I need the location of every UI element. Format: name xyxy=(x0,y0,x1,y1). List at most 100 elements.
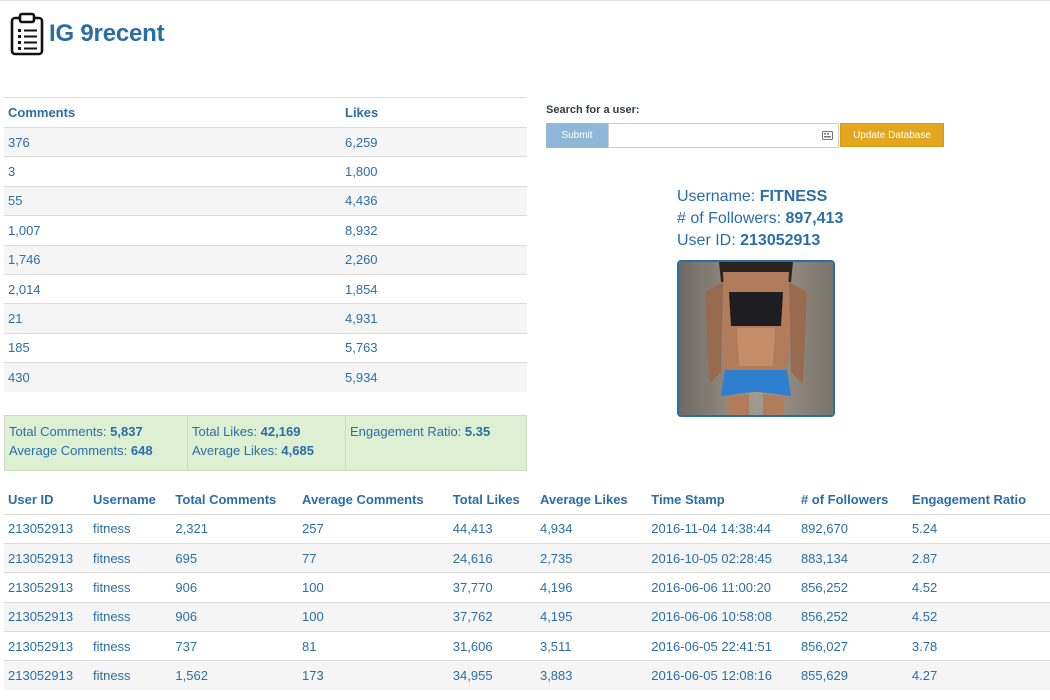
recent-posts-table: Comments Likes 376 6,259 3 1,800 55 4,436 1,00… xyxy=(4,97,527,393)
history-header-cell: Average Likes xyxy=(539,491,628,507)
avg-likes-value: 4,685 xyxy=(281,443,314,458)
comments-cell: 2,014 xyxy=(4,273,341,304)
history-cell: 906 xyxy=(171,572,299,603)
history-cell: 3,511 xyxy=(535,631,648,661)
avg-likes-label: Average Likes: xyxy=(192,443,278,458)
history-cell: 1,562 xyxy=(171,660,299,691)
likes-cell: 8,932 xyxy=(341,215,527,246)
history-cell: 4.27 xyxy=(907,660,1050,691)
history-cell: 213052913 xyxy=(4,572,89,603)
history-cell: 2016-11-04 14:38:44 xyxy=(647,513,797,544)
search-input[interactable] xyxy=(609,124,838,147)
comments-header: Comments xyxy=(4,97,341,128)
history-cell: fitness xyxy=(88,542,172,573)
history-header-cell: # of Followers xyxy=(800,491,889,507)
history-cell: 856,252 xyxy=(796,601,908,632)
history-cell: 855,629 xyxy=(796,660,908,691)
comments-cell: 3 xyxy=(4,156,341,187)
history-table-row: 213052913 fitness 695 77 24,616 2,735 2016-10-… xyxy=(4,542,1050,573)
posts-table-row: 55 4,436 xyxy=(4,185,527,216)
history-table-row: 213052913 fitness 906 100 37,762 4,195 2016-06… xyxy=(4,601,1050,632)
submit-button[interactable]: Submit xyxy=(546,123,608,148)
history-cell: fitness xyxy=(88,601,172,632)
history-cell: fitness xyxy=(88,572,172,603)
history-cell: 257 xyxy=(298,513,449,544)
avg-comments-label: Average Comments: xyxy=(9,443,128,458)
likes-cell: 1,800 xyxy=(341,156,527,187)
app-header: IG 9recent xyxy=(10,12,165,56)
history-cell: 37,770 xyxy=(448,572,536,603)
history-cell: 4.52 xyxy=(907,601,1050,632)
username-label: Username: xyxy=(677,188,756,205)
history-cell: 2,321 xyxy=(171,513,299,544)
engagement-label: Engagement Ratio: xyxy=(350,424,462,439)
posts-table-row: 185 5,763 xyxy=(4,332,527,363)
history-cell: fitness xyxy=(88,631,172,661)
history-cell: 4,195 xyxy=(535,601,648,632)
history-header-cell: Time Stamp xyxy=(651,491,725,507)
history-header-cell: Total Comments xyxy=(175,491,277,507)
history-cell: 31,606 xyxy=(448,631,536,661)
history-cell: 856,252 xyxy=(796,572,908,603)
history-cell: 213052913 xyxy=(4,660,89,691)
history-header-cell: Engagement Ratio xyxy=(911,491,1027,507)
likes-cell: 2,260 xyxy=(341,244,527,275)
update-database-button[interactable]: Update Database xyxy=(840,123,944,147)
history-cell: 2016-06-05 22:41:51 xyxy=(647,631,797,661)
posts-table-row: 1,007 8,932 xyxy=(4,215,527,246)
history-cell: 213052913 xyxy=(4,601,89,632)
likes-cell: 5,934 xyxy=(341,362,527,393)
engagement-value: 5.35 xyxy=(464,424,491,439)
username-value: FITNESS xyxy=(759,188,828,205)
likes-cell: 4,436 xyxy=(341,185,527,216)
engagement-stats: Engagement Ratio: 5.35 xyxy=(345,416,526,470)
likes-cell: 5,763 xyxy=(341,332,527,363)
posts-table-row: 2,014 1,854 xyxy=(4,273,527,304)
posts-table-row: 21 4,931 xyxy=(4,303,527,334)
fitness-photo-image xyxy=(679,262,833,415)
comments-cell: 430 xyxy=(4,362,341,393)
posts-table-row: 1,746 2,260 xyxy=(4,244,527,275)
history-header-cell: Average Comments xyxy=(302,491,424,507)
history-cell: 213052913 xyxy=(4,513,89,544)
likes-cell: 4,931 xyxy=(341,303,527,334)
history-cell: 5.24 xyxy=(907,513,1050,544)
followers-value: 897,413 xyxy=(785,210,844,227)
history-cell: 2016-06-06 11:00:20 xyxy=(647,572,797,603)
history-table-row: 213052913 fitness 2,321 257 44,413 4,934 2016-… xyxy=(4,513,1050,544)
likes-cell: 6,259 xyxy=(341,126,527,157)
history-cell: 892,670 xyxy=(796,513,908,544)
userid-label: User ID: xyxy=(677,232,736,249)
keyboard-icon[interactable] xyxy=(822,130,833,141)
history-table-row: 213052913 fitness 1,562 173 34,955 3,883 2016-… xyxy=(4,660,1050,691)
history-cell: 2.87 xyxy=(907,542,1050,573)
likes-stats: Total Likes: 42,169 Average Likes: 4,685 xyxy=(187,416,345,470)
total-comments-value: 5,837 xyxy=(110,424,143,439)
followers-label: # of Followers: xyxy=(677,210,782,227)
history-cell: 81 xyxy=(298,631,449,661)
history-header-cell: User ID xyxy=(8,491,54,507)
history-cell: 2016-06-05 12:08:16 xyxy=(647,660,797,691)
avg-comments-value: 648 xyxy=(130,443,153,458)
history-cell: 856,027 xyxy=(796,631,908,661)
app-title: IG 9recent xyxy=(49,20,165,47)
history-cell: 213052913 xyxy=(4,631,89,661)
history-cell: 213052913 xyxy=(4,542,89,573)
total-likes-value: 42,169 xyxy=(260,424,301,439)
history-cell: 34,955 xyxy=(448,660,536,691)
history-cell: 4,934 xyxy=(535,513,648,544)
search-bar: Submit Update Database xyxy=(546,123,944,148)
comments-cell: 1,007 xyxy=(4,215,341,246)
history-cell: 883,134 xyxy=(796,542,908,573)
history-table-row: 213052913 fitness 906 100 37,770 4,196 2016-06… xyxy=(4,572,1050,603)
history-cell: 737 xyxy=(171,631,299,661)
history-cell: 2016-06-06 10:58:08 xyxy=(647,601,797,632)
profile-photo xyxy=(677,260,835,417)
posts-table-row: 3 1,800 xyxy=(4,156,527,187)
history-cell: 695 xyxy=(171,542,299,573)
history-header-cell: Username xyxy=(92,491,156,507)
likes-cell: 1,854 xyxy=(341,273,527,304)
history-table: User ID Username Total Comments Average Com… xyxy=(4,485,1050,691)
likes-header: Likes xyxy=(341,97,527,128)
total-comments-label: Total Comments: xyxy=(9,424,107,439)
